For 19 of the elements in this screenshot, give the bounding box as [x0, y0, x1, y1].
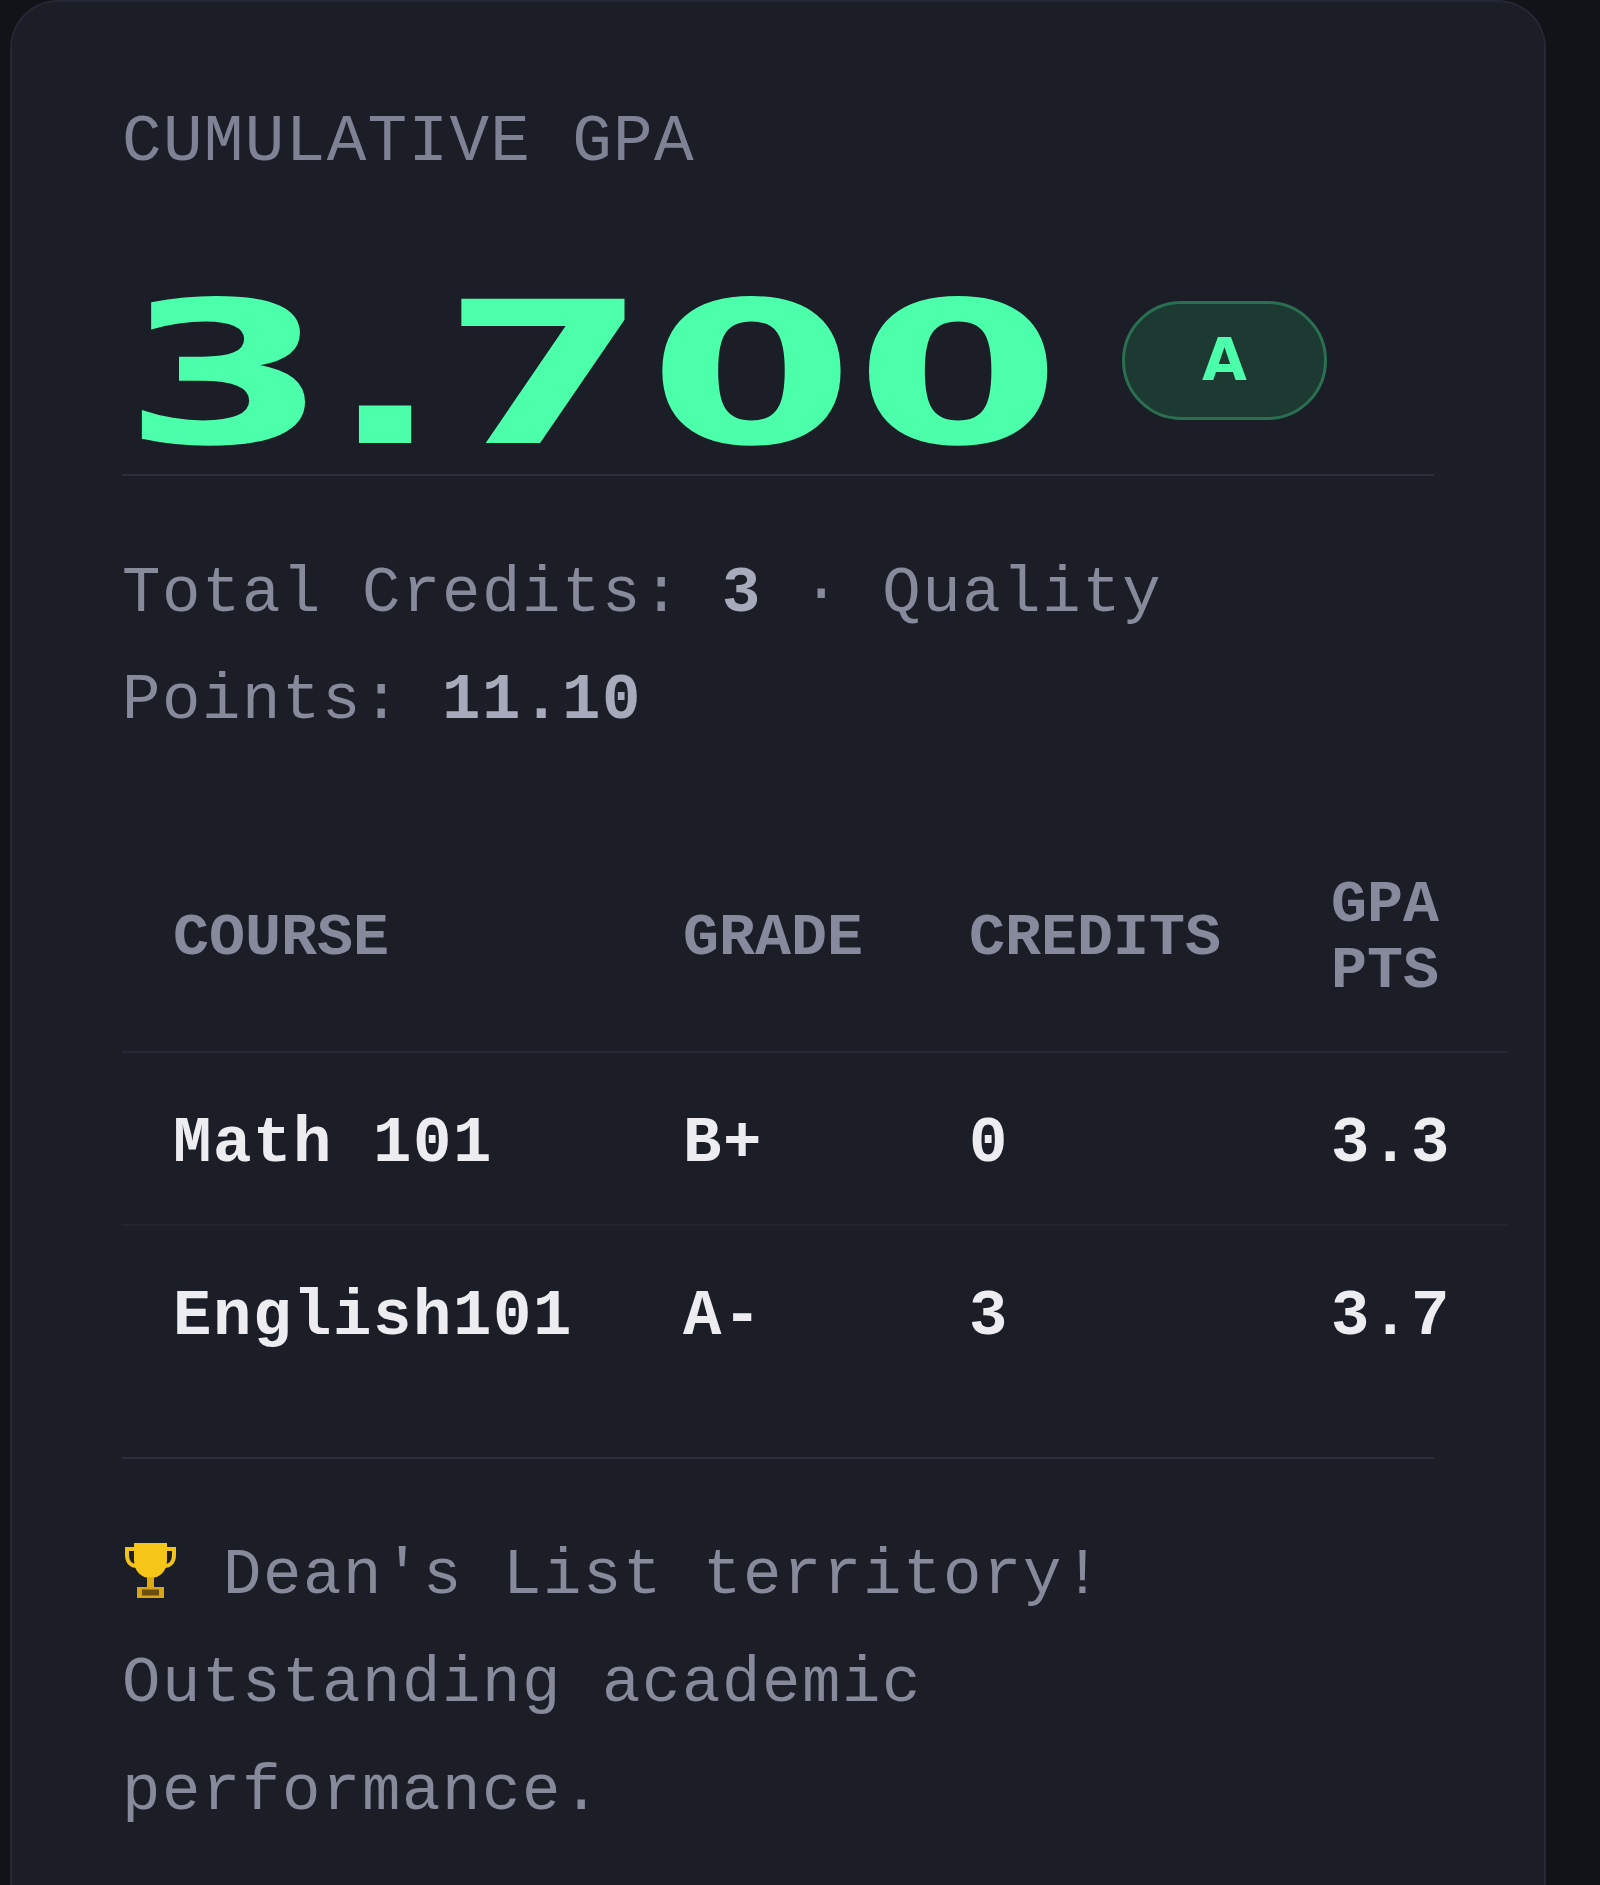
table-cell-text: 3.3 [1331, 1107, 1452, 1182]
gpa-value: 3.700 [122, 276, 1062, 474]
table-cell-text: 3 [969, 1280, 1009, 1355]
credits-summary: Total Credits: 3 · Quality Points: 11.10 [122, 557, 1164, 739]
column-header: CREDITS [969, 905, 1222, 971]
column-header: GPA PTS [1331, 872, 1441, 1004]
table-cell-text: English101 [173, 1280, 574, 1355]
table-cell-text: A- [683, 1280, 763, 1355]
column-header: GRADE [683, 905, 864, 971]
table-cell-text: 0 [969, 1107, 1009, 1182]
deans-list-headline: Dean's List territory! [223, 1540, 1104, 1612]
column-header: COURSE [173, 905, 390, 971]
trophy-icon [122, 1540, 179, 1600]
table-cell-text: 3.7 [1331, 1280, 1452, 1355]
table-cell-text: B+ [683, 1107, 763, 1182]
performance-message: Outstanding academic performance. [122, 1647, 924, 1830]
table-cell-text: Math 101 [173, 1107, 494, 1182]
letter-grade-badge: A [1122, 301, 1327, 420]
card-title: CUMULATIVE GPA [122, 104, 695, 182]
